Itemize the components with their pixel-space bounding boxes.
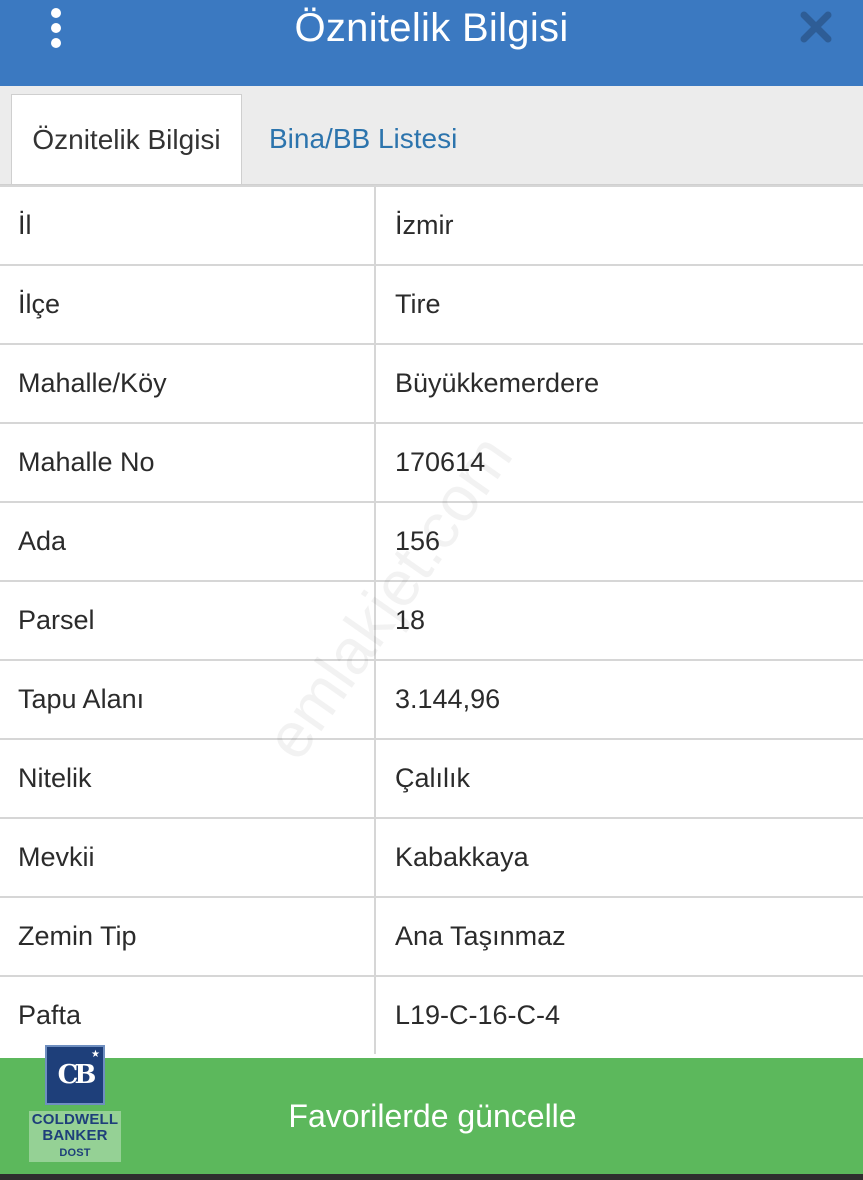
attribute-label: Tapu Alanı — [0, 661, 374, 738]
attribute-value: Çalılık — [376, 740, 863, 817]
attribute-table: İl İzmir İlçe Tire Mahalle/Köy Büyükkeme… — [0, 185, 863, 1054]
close-icon[interactable] — [797, 8, 835, 46]
logo-line-2: BANKER — [42, 1127, 108, 1144]
attribute-value: Tire — [376, 266, 863, 343]
tab-building-list[interactable]: Bina/BB Listesi — [269, 94, 457, 184]
attribute-value: L19-C-16-C-4 — [376, 977, 863, 1054]
menu-dot — [51, 8, 61, 18]
table-row: Pafta L19-C-16-C-4 — [0, 977, 863, 1054]
page-title: Öznitelik Bilgisi — [294, 5, 569, 50]
menu-dot — [51, 23, 61, 33]
attribute-label: Mevkii — [0, 819, 374, 896]
table-row: Parsel 18 — [0, 582, 863, 659]
table-row: Mahalle/Köy Büyükkemerdere — [0, 345, 863, 422]
attribute-label: Ada — [0, 503, 374, 580]
attribute-value: 170614 — [376, 424, 863, 501]
logo-monogram: CB — [57, 1060, 97, 1090]
table-row: Ada 156 — [0, 503, 863, 580]
attribute-label: Pafta — [0, 977, 374, 1054]
star-icon: ★ — [91, 1049, 100, 1060]
attribute-label: Zemin Tip — [0, 898, 374, 975]
logo-text: COLDWELL BANKER DOST — [28, 1111, 122, 1162]
table-row: Tapu Alanı 3.144,96 — [0, 661, 863, 738]
attribute-value: 3.144,96 — [376, 661, 863, 738]
tab-bar: Öznitelik Bilgisi Bina/BB Listesi — [0, 86, 863, 185]
menu-dot — [51, 38, 61, 48]
logo-line-1: COLDWELL — [31, 1111, 119, 1128]
bottom-strip — [0, 1174, 863, 1180]
logo-line-3: DOST — [59, 1147, 91, 1159]
coldwell-banker-logo: ★ CB COLDWELL BANKER DOST — [22, 1045, 128, 1163]
table-row: Zemin Tip Ana Taşınmaz — [0, 898, 863, 975]
attribute-value: Büyükkemerdere — [376, 345, 863, 422]
attribute-label: Mahalle No — [0, 424, 374, 501]
attribute-label: Mahalle/Köy — [0, 345, 374, 422]
table-row: Nitelik Çalılık — [0, 740, 863, 817]
table-row: İl İzmir — [0, 187, 863, 264]
attribute-label: Nitelik — [0, 740, 374, 817]
more-vertical-icon[interactable] — [36, 6, 76, 50]
attribute-value: Kabakkaya — [376, 819, 863, 896]
attribute-value: İzmir — [376, 187, 863, 264]
attribute-label: İl — [0, 187, 374, 264]
logo-monogram-box: ★ CB — [45, 1045, 105, 1105]
app-header: Öznitelik Bilgisi — [0, 0, 863, 86]
table-row: İlçe Tire — [0, 266, 863, 343]
attribute-label: Parsel — [0, 582, 374, 659]
attribute-value: 156 — [376, 503, 863, 580]
attribute-value: 18 — [376, 582, 863, 659]
update-favorites-label: Favorilerde güncelle — [288, 1097, 577, 1134]
attribute-value: Ana Taşınmaz — [376, 898, 863, 975]
attribute-label: İlçe — [0, 266, 374, 343]
tab-attribute-info[interactable]: Öznitelik Bilgisi — [11, 94, 242, 184]
update-favorites-button[interactable]: Favorilerde güncelle — [0, 1058, 863, 1174]
table-row: Mahalle No 170614 — [0, 424, 863, 501]
footer-bar: Favorilerde güncelle — [0, 1058, 863, 1180]
table-row: Mevkii Kabakkaya — [0, 819, 863, 896]
